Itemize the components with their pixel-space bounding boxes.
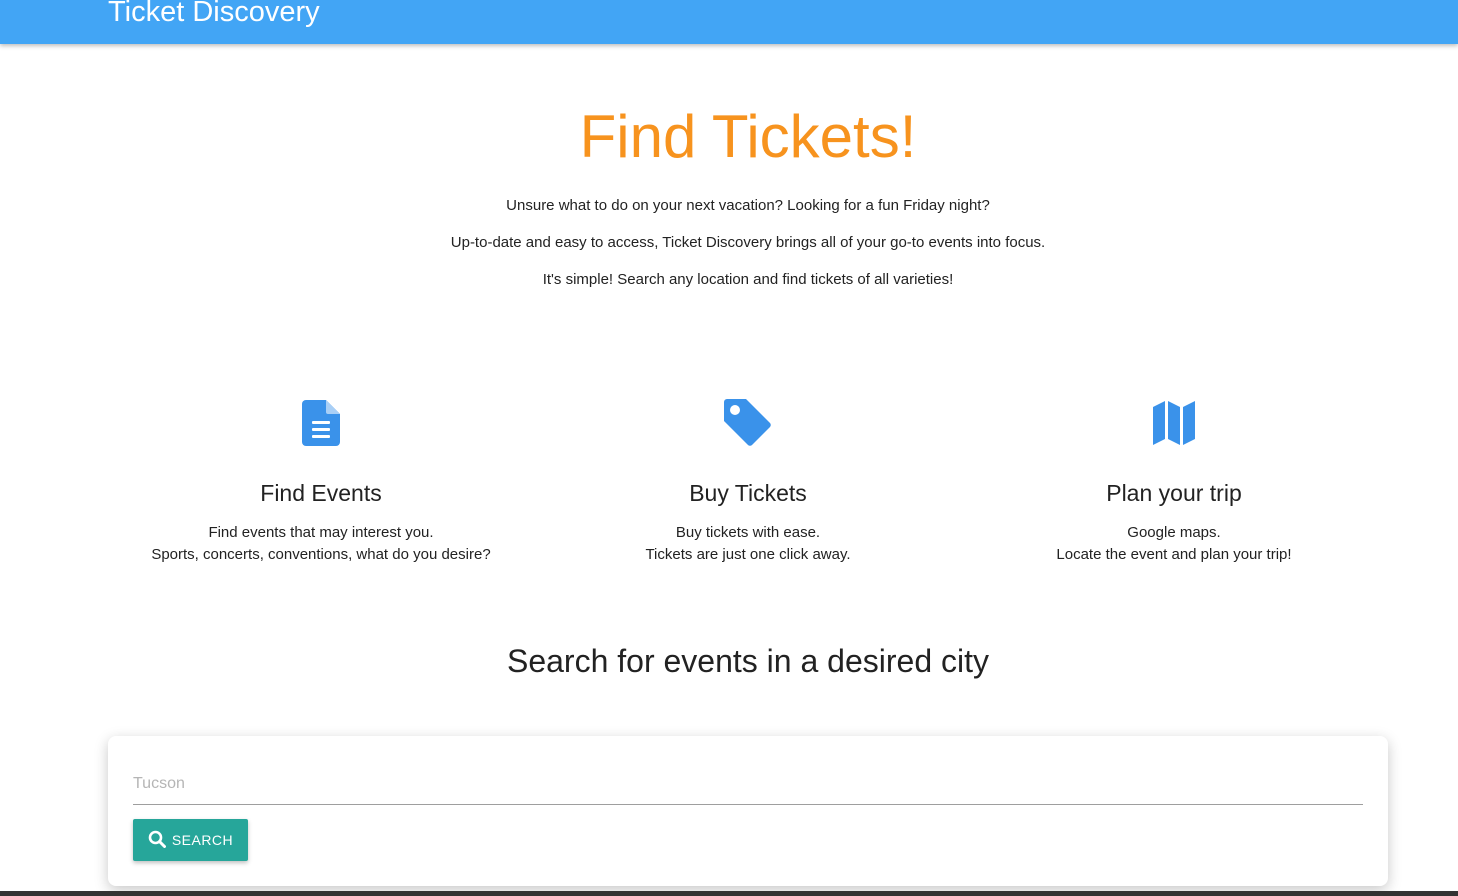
city-search-input[interactable] (133, 764, 1363, 805)
feature-title: Buy Tickets (689, 480, 807, 506)
feature-find-events: Find Events Find events that may interes… (111, 398, 531, 566)
intro-line-2: Up-to-date and easy to access, Ticket Di… (450, 234, 1046, 251)
feature-description-line: Locate the event and plan your trip! (1056, 546, 1292, 563)
search-card: SEARCH (108, 736, 1388, 886)
feature-title: Find Events (260, 480, 382, 506)
navbar: Ticket Discovery (0, 0, 1458, 44)
brand-logo-text[interactable]: Ticket Discovery (108, 0, 320, 30)
search-button-label: SEARCH (171, 832, 234, 848)
hero-title: Find Tickets! (579, 103, 917, 170)
price-tag-icon (724, 398, 772, 452)
feature-description-line: Google maps. (1127, 524, 1221, 541)
file-document-icon (302, 399, 340, 451)
feature-buy-tickets: Buy Tickets Buy tickets with ease. Ticke… (538, 398, 958, 566)
intro-line-3: It's simple! Search any location and fin… (542, 271, 954, 288)
search-icon (148, 830, 166, 851)
intro-line-1: Unsure what to do on your next vacation?… (506, 197, 990, 214)
feature-title: Plan your trip (1106, 480, 1242, 506)
bottom-edge-bar (0, 891, 1458, 896)
feature-description-line: Tickets are just one click away. (645, 546, 851, 563)
map-icon (1153, 400, 1195, 450)
feature-description-line: Find events that may interest you. (208, 524, 434, 541)
search-heading: Search for events in a desired city (506, 643, 989, 679)
search-button[interactable]: SEARCH (133, 819, 248, 861)
feature-description-line: Sports, concerts, conventions, what do y… (151, 546, 491, 563)
feature-plan-trip: Plan your trip Google maps. Locate the e… (964, 398, 1384, 566)
feature-description-line: Buy tickets with ease. (675, 524, 821, 541)
